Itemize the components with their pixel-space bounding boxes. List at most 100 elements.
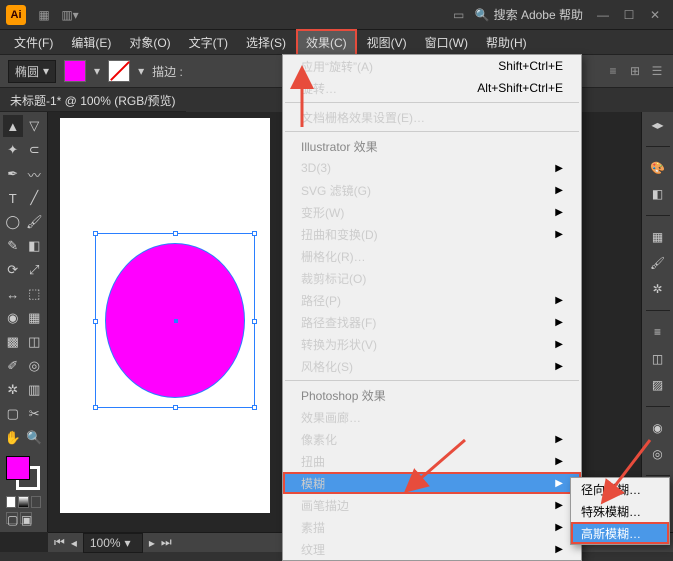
magic-wand-tool[interactable]: ✦ xyxy=(3,139,23,161)
eraser-tool[interactable]: ◧ xyxy=(25,235,45,257)
options-icon[interactable]: ☰ xyxy=(649,63,665,79)
menu-效果[interactable]: 效果(C) xyxy=(296,29,357,56)
menu-编辑[interactable]: 编辑(E) xyxy=(63,31,119,54)
width-tool[interactable]: ↔ xyxy=(3,283,23,305)
menu-item[interactable]: 风格化(S)▶ xyxy=(283,355,581,377)
menu-帮助[interactable]: 帮助(H) xyxy=(478,31,535,54)
nav-prev-icon[interactable]: ◂ xyxy=(71,536,77,550)
handle-ml[interactable] xyxy=(93,319,98,324)
submenu-item[interactable]: 径向模糊… xyxy=(571,478,669,500)
slice-tool[interactable]: ✂ xyxy=(25,403,45,425)
bridge-icon[interactable]: ▦ xyxy=(36,7,52,23)
color-guide-icon[interactable]: ◧ xyxy=(648,185,668,203)
symbol-sprayer-tool[interactable]: ✲ xyxy=(3,379,23,401)
expand-dock-icon[interactable]: ◂▸ xyxy=(648,116,668,134)
menu-item[interactable]: 转换为形状(V)▶ xyxy=(283,333,581,355)
graph-tool[interactable]: ▥ xyxy=(25,379,45,401)
menu-视图[interactable]: 视图(V) xyxy=(359,31,415,54)
menu-item[interactable]: 旋转…Alt+Shift+Ctrl+E xyxy=(283,77,581,99)
eyedropper-tool[interactable]: ✐ xyxy=(3,355,23,377)
color-panel-icon[interactable]: 🎨 xyxy=(648,159,668,177)
nav-last-icon[interactable]: ⏭ xyxy=(161,535,172,550)
selection-tool[interactable]: ▲ xyxy=(3,115,23,137)
menu-item[interactable]: 模糊▶ xyxy=(283,472,581,494)
ellipse-shape[interactable] xyxy=(105,243,245,398)
submenu-item[interactable]: 高斯模糊… xyxy=(571,522,669,544)
menu-item[interactable]: 栅格化(R)… xyxy=(283,245,581,267)
help-search[interactable]: 🔍 搜索 Adobe 帮助 xyxy=(475,6,583,23)
layout-icon[interactable]: ▭ xyxy=(451,7,467,23)
close-button[interactable]: ✕ xyxy=(643,5,667,25)
gradient-tool[interactable]: ◫ xyxy=(25,331,45,353)
fill-swatch[interactable] xyxy=(64,60,86,82)
mode-gradient[interactable] xyxy=(18,496,28,508)
transparency-panel-icon[interactable]: ▨ xyxy=(648,376,668,394)
menu-选择[interactable]: 选择(S) xyxy=(238,31,294,54)
menu-对象[interactable]: 对象(O) xyxy=(121,31,178,54)
line-tool[interactable]: ╱ xyxy=(25,187,45,209)
menu-item[interactable]: 裁剪标记(O) xyxy=(283,267,581,289)
document-tab[interactable]: 未标题-1* @ 100% (RGB/预览) xyxy=(0,88,186,112)
screen-mode-full[interactable]: ▣ xyxy=(20,512,32,524)
menu-item[interactable]: 变形(W)▶ xyxy=(283,201,581,223)
menu-item[interactable]: 扭曲和变换(D)▶ xyxy=(283,223,581,245)
handle-bc[interactable] xyxy=(173,405,178,410)
swatches-panel-icon[interactable]: ▦ xyxy=(648,228,668,246)
handle-br[interactable] xyxy=(252,405,257,410)
free-transform-tool[interactable]: ⬚ xyxy=(25,283,45,305)
graphic-styles-icon[interactable]: ◎ xyxy=(648,445,668,463)
menu-item[interactable]: 文档栅格效果设置(E)… xyxy=(283,106,581,128)
maximize-button[interactable]: ☐ xyxy=(617,5,641,25)
ellipse-tool[interactable]: ◯ xyxy=(3,211,23,233)
menu-item[interactable]: 画笔描边▶ xyxy=(283,494,581,516)
scale-tool[interactable]: ⤢ xyxy=(25,259,45,281)
curvature-tool[interactable]: 〰 xyxy=(25,163,45,185)
shaper-tool[interactable]: ✎ xyxy=(3,235,23,257)
type-tool[interactable]: T xyxy=(3,187,23,209)
zoom-tool[interactable]: 🔍 xyxy=(25,427,45,449)
handle-tr[interactable] xyxy=(252,231,257,236)
shape-builder-tool[interactable]: ◉ xyxy=(3,307,23,329)
submenu-item[interactable]: 特殊模糊… xyxy=(571,500,669,522)
handle-mr[interactable] xyxy=(252,319,257,324)
gradient-panel-icon[interactable]: ◫ xyxy=(648,349,668,367)
brush-tool[interactable]: 🖌 xyxy=(25,211,45,233)
minimize-button[interactable]: — xyxy=(591,5,615,25)
handle-tl[interactable] xyxy=(93,231,98,236)
nav-next-icon[interactable]: ▸ xyxy=(149,536,155,550)
blend-tool[interactable]: ◎ xyxy=(25,355,45,377)
mesh-tool[interactable]: ▩ xyxy=(3,331,23,353)
menu-文件[interactable]: 文件(F) xyxy=(6,31,61,54)
pen-tool[interactable]: ✒ xyxy=(3,163,23,185)
rotate-tool[interactable]: ⟳ xyxy=(3,259,23,281)
symbols-panel-icon[interactable]: ✲ xyxy=(648,280,668,298)
shape-dropdown[interactable]: 椭圆▾ xyxy=(8,60,56,83)
menu-item[interactable]: 路径查找器(F)▶ xyxy=(283,311,581,333)
zoom-dropdown[interactable]: 100%▾ xyxy=(83,533,143,553)
handle-bl[interactable] xyxy=(93,405,98,410)
transform-icon[interactable]: ⊞ xyxy=(627,63,643,79)
menu-item[interactable]: 3D(3)▶ xyxy=(283,157,581,179)
menu-item[interactable]: 扭曲▶ xyxy=(283,450,581,472)
perspective-tool[interactable]: ▦ xyxy=(25,307,45,329)
mode-color[interactable] xyxy=(6,496,16,508)
artboard-tool[interactable]: ▢ xyxy=(3,403,23,425)
nav-first-icon[interactable]: ⏮ xyxy=(54,535,65,550)
align-icon[interactable]: ≡ xyxy=(605,63,621,79)
menu-item[interactable]: SVG 滤镜(G)▶ xyxy=(283,179,581,201)
handle-tc[interactable] xyxy=(173,231,178,236)
menu-item[interactable]: 路径(P)▶ xyxy=(283,289,581,311)
menu-item[interactable]: 素描▶ xyxy=(283,516,581,538)
menu-item[interactable]: 效果画廊… xyxy=(283,406,581,428)
menu-item[interactable]: 纹理▶ xyxy=(283,538,581,560)
menu-item[interactable]: 应用“旋转”(A)Shift+Ctrl+E xyxy=(283,55,581,77)
hand-tool[interactable]: ✋ xyxy=(3,427,23,449)
direct-selection-tool[interactable]: ▽ xyxy=(25,115,45,137)
stroke-panel-icon[interactable]: ≡ xyxy=(648,323,668,341)
brushes-panel-icon[interactable]: 🖌 xyxy=(648,254,668,272)
stroke-swatch[interactable] xyxy=(108,60,130,82)
canvas[interactable] xyxy=(60,118,270,513)
menu-文字[interactable]: 文字(T) xyxy=(181,31,236,54)
appearance-panel-icon[interactable]: ◉ xyxy=(648,419,668,437)
screen-mode-normal[interactable]: ▢ xyxy=(6,512,18,524)
